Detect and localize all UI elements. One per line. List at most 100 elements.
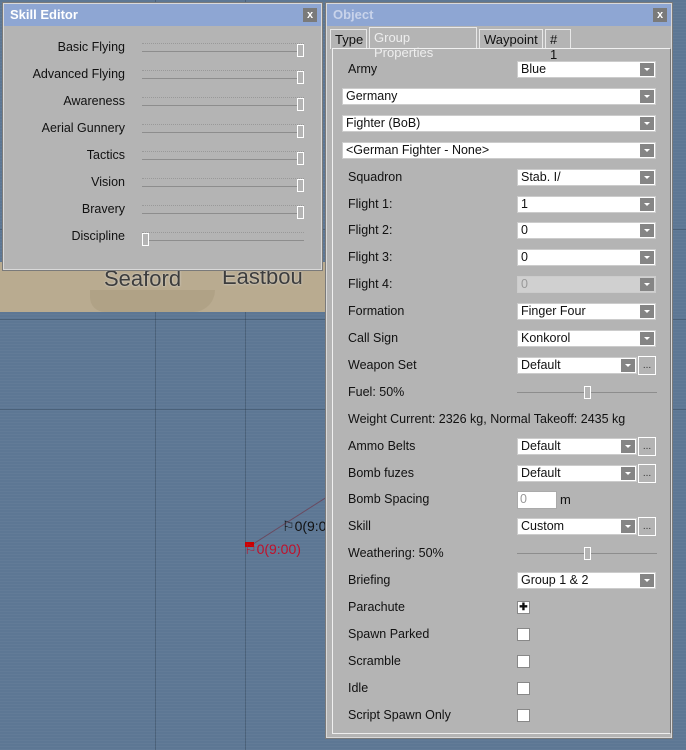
skill-slider[interactable] xyxy=(142,232,304,246)
chevron-down-icon[interactable] xyxy=(621,358,635,372)
flight-2-value: 0 xyxy=(521,223,528,238)
slider-thumb[interactable] xyxy=(297,179,304,192)
object-titlebar[interactable]: Object x xyxy=(327,4,671,26)
waypoint-marker[interactable]: ⚐0(9:0 xyxy=(282,518,326,535)
skill-label: Advanced Flying xyxy=(32,67,125,81)
chevron-down-icon[interactable] xyxy=(621,466,635,480)
skill-label: Basic Flying xyxy=(57,40,125,54)
slider-thumb[interactable] xyxy=(583,385,591,399)
slider-track xyxy=(142,213,304,214)
weapon-set-value: Default xyxy=(521,357,561,372)
slider-thumb[interactable] xyxy=(297,71,304,84)
chevron-down-icon[interactable] xyxy=(640,224,654,238)
chevron-down-icon[interactable] xyxy=(640,574,654,588)
slider-track xyxy=(142,51,304,52)
skill-slider[interactable] xyxy=(142,97,304,111)
skill-slider[interactable] xyxy=(142,178,304,192)
chevron-down-icon[interactable] xyxy=(640,305,654,319)
skill-select[interactable]: Custom xyxy=(517,518,637,536)
tab-type[interactable]: Type xyxy=(330,29,367,49)
object-window: Object x Type Group Properties Waypoint # 1 … xyxy=(326,3,672,738)
close-button[interactable]: x xyxy=(303,8,317,22)
flight-1-select[interactable]: 1 xyxy=(517,195,656,213)
flight-4-select: 0 xyxy=(517,276,656,294)
ammo-belts-select[interactable]: Default xyxy=(517,437,637,455)
formation-select[interactable]: Finger Four xyxy=(517,303,656,321)
slider-ticks xyxy=(142,205,304,206)
weapon-set-options-button[interactable]: ... xyxy=(638,355,656,375)
bomb-spacing-unit: m xyxy=(560,492,571,508)
chevron-down-icon[interactable] xyxy=(640,116,654,130)
skill-slider[interactable] xyxy=(142,70,304,84)
weapon-set-select[interactable]: Default xyxy=(517,356,637,374)
slider-thumb[interactable] xyxy=(583,547,591,561)
spawn-parked-checkbox[interactable] xyxy=(517,627,530,641)
idle-label: Idle xyxy=(348,680,369,695)
german-fighter-none-select[interactable]: <German Fighter - None> xyxy=(342,141,656,159)
chevron-down-icon[interactable] xyxy=(640,89,654,103)
army-label: Army xyxy=(348,62,378,76)
chevron-down-icon[interactable] xyxy=(640,332,654,345)
skill-slider[interactable] xyxy=(142,205,304,219)
weathering-50-label: Weathering: 50% xyxy=(348,546,444,561)
waypoint-marker-selected[interactable]: ⚐0(9:00) xyxy=(244,541,301,558)
fuel-50-slider[interactable] xyxy=(517,385,657,399)
squadron-select[interactable]: Stab. I/ xyxy=(517,168,656,186)
skill-options-button[interactable]: ... xyxy=(638,517,656,537)
slider-track xyxy=(142,132,304,133)
squadron-value: Stab. I/ xyxy=(521,169,561,184)
chevron-down-icon[interactable] xyxy=(640,197,654,211)
chevron-down-icon xyxy=(640,278,654,292)
slider-thumb[interactable] xyxy=(142,233,149,246)
bomb-fuzes-value: Default xyxy=(521,465,561,480)
script-spawn-only-checkbox[interactable] xyxy=(517,708,530,722)
slider-ticks xyxy=(142,43,304,44)
parachute-checkbox[interactable]: ✚ xyxy=(517,601,530,614)
chevron-down-icon[interactable] xyxy=(640,63,654,76)
waypoint-label: 0(9:0 xyxy=(294,518,327,534)
fighter-bob-value: Fighter (BoB) xyxy=(346,115,421,130)
chevron-down-icon[interactable] xyxy=(640,143,654,157)
chevron-down-icon[interactable] xyxy=(621,520,635,534)
tab-1[interactable]: # 1 xyxy=(545,29,571,62)
chevron-down-icon[interactable] xyxy=(621,439,635,453)
flight-2-select[interactable]: 0 xyxy=(517,222,656,240)
bomb-spacing-input[interactable]: 0 xyxy=(517,491,557,510)
ammo-belts-options-button[interactable]: ... xyxy=(638,436,656,456)
weapon-set-label: Weapon Set xyxy=(348,357,417,372)
skill-value: Custom xyxy=(521,519,565,534)
slider-ticks xyxy=(142,151,304,152)
slider-ticks xyxy=(142,124,304,125)
fighter-bob-select[interactable]: Fighter (BoB) xyxy=(342,114,656,132)
slider-track xyxy=(142,159,304,160)
chevron-down-icon[interactable] xyxy=(640,170,654,184)
skill-label: Vision xyxy=(91,175,125,189)
skill-slider[interactable] xyxy=(142,43,304,57)
skill-slider[interactable] xyxy=(142,151,304,165)
scramble-checkbox[interactable] xyxy=(517,654,530,668)
close-button[interactable]: x xyxy=(653,8,667,22)
briefing-select[interactable]: Group 1 & 2 xyxy=(517,572,656,590)
slider-thumb[interactable] xyxy=(297,125,304,138)
chevron-down-icon[interactable] xyxy=(640,251,654,265)
tab-waypoint[interactable]: Waypoint xyxy=(479,29,543,49)
skill-editor-titlebar[interactable]: Skill Editor x xyxy=(4,4,321,26)
slider-thumb[interactable] xyxy=(297,44,304,57)
slider-track xyxy=(142,78,304,79)
slider-thumb[interactable] xyxy=(297,98,304,111)
weathering-50-slider[interactable] xyxy=(517,547,657,561)
skill-slider[interactable] xyxy=(142,124,304,138)
window-title: Object xyxy=(333,7,374,22)
slider-thumb[interactable] xyxy=(297,206,304,219)
army-select[interactable]: Blue xyxy=(517,61,656,78)
bomb-fuzes-label: Bomb fuzes xyxy=(348,465,415,480)
flight-3-select[interactable]: 0 xyxy=(517,249,656,267)
tab-group-properties[interactable]: Group Properties xyxy=(369,27,477,60)
slider-thumb[interactable] xyxy=(297,152,304,165)
call-sign-select[interactable]: Konkorol xyxy=(517,330,656,347)
idle-checkbox[interactable] xyxy=(517,681,530,695)
bomb-fuzes-select[interactable]: Default xyxy=(517,464,637,482)
bomb-fuzes-options-button[interactable]: ... xyxy=(638,463,656,483)
germany-select[interactable]: Germany xyxy=(342,87,656,105)
slider-ticks xyxy=(142,178,304,179)
